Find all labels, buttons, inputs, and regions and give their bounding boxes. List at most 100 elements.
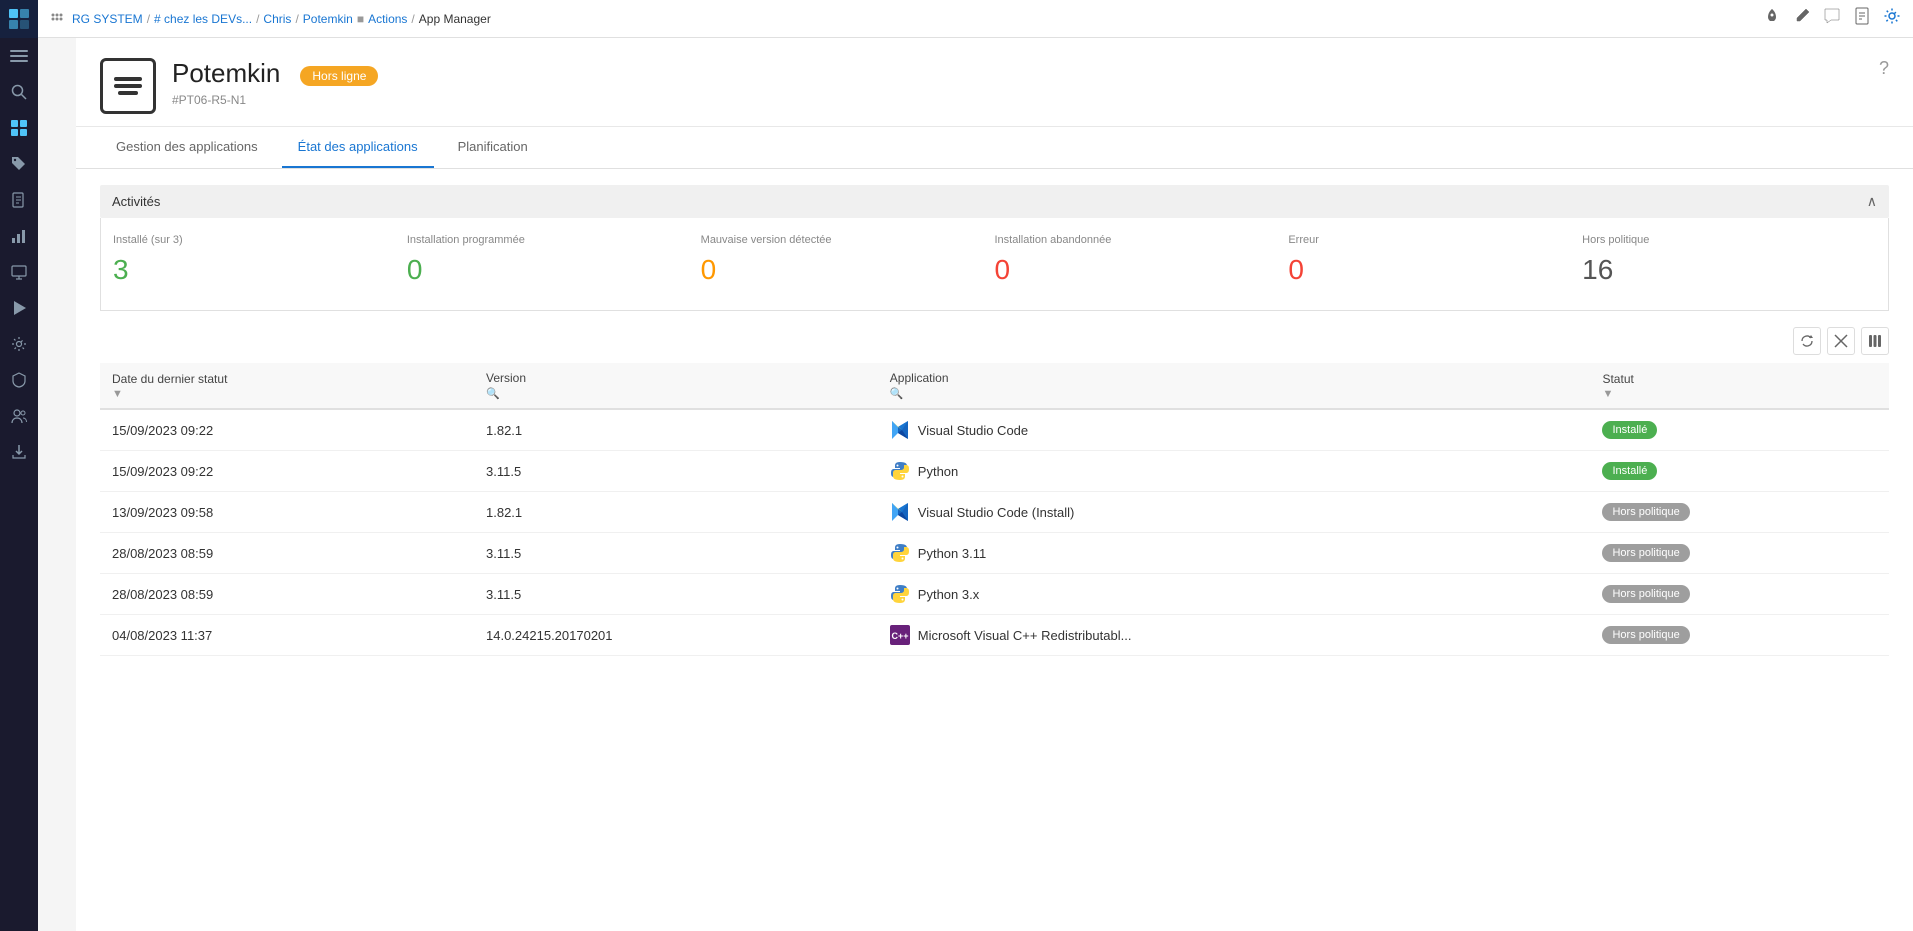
table-row[interactable]: 13/09/2023 09:58 1.82.1 Visual Studio Co… — [100, 492, 1889, 533]
breadcrumb-actions[interactable]: Actions — [368, 12, 407, 26]
main-area: Potemkin Hors ligne #PT06-R5-N1 ? Gestio… — [76, 38, 1913, 931]
activity-policy-label: Hors politique — [1582, 234, 1876, 246]
tab-etat[interactable]: État des applications — [282, 127, 434, 168]
cell-version: 3.11.5 — [474, 451, 878, 492]
sidebar-item-play[interactable] — [0, 290, 38, 326]
sidebar-item-users[interactable] — [0, 398, 38, 434]
settings-icon[interactable] — [1883, 7, 1901, 30]
sidebar-item-charts[interactable] — [0, 218, 38, 254]
cell-version: 3.11.5 — [474, 533, 878, 574]
app-icon-vscode — [890, 420, 910, 440]
cell-status: Installé — [1590, 409, 1889, 451]
cell-date: 13/09/2023 09:58 — [100, 492, 474, 533]
table-row[interactable]: 15/09/2023 09:22 1.82.1 Visual Studio Co… — [100, 409, 1889, 451]
status-filter-icon[interactable]: ▼ — [1602, 388, 1877, 400]
app-search-icon[interactable]: 🔍 — [890, 387, 1579, 400]
breadcrumb-potemkin[interactable]: Potemkin — [303, 12, 353, 26]
cell-status: Hors politique — [1590, 574, 1889, 615]
sidebar-logo — [0, 0, 38, 38]
activity-scheduled-label: Installation programmée — [407, 234, 701, 246]
breadcrumb-app-manager: App Manager — [419, 12, 491, 26]
cell-app: Python 3.x — [878, 574, 1591, 615]
activity-installed: Installé (sur 3) 3 — [113, 234, 407, 286]
cell-version: 14.0.24215.20170201 — [474, 615, 878, 656]
breadcrumb-sep-2: / — [256, 12, 259, 26]
refresh-button[interactable] — [1793, 327, 1821, 355]
breadcrumb-devs[interactable]: # chez les DEVs... — [154, 12, 252, 26]
activity-installed-label: Installé (sur 3) — [113, 234, 407, 246]
table-row[interactable]: 04/08/2023 11:37 14.0.24215.20170201 C++… — [100, 615, 1889, 656]
activity-error-value: 0 — [1288, 254, 1582, 286]
cell-app: Visual Studio Code (Install) — [878, 492, 1591, 533]
activity-scheduled-value: 0 — [407, 254, 701, 286]
activity-error: Erreur 0 — [1288, 234, 1582, 286]
activity-abandoned-label: Installation abandonnée — [995, 234, 1289, 246]
breadcrumb-sep-5: / — [411, 12, 414, 26]
svg-text:C++: C++ — [891, 631, 908, 641]
version-search-icon[interactable]: 🔍 — [486, 387, 866, 400]
device-line-2 — [114, 84, 142, 88]
chat-icon[interactable] — [1823, 7, 1841, 30]
activity-abandoned-value: 0 — [995, 254, 1289, 286]
activity-bad-version-value: 0 — [701, 254, 995, 286]
breadcrumb-rg-system[interactable]: RG SYSTEM — [72, 12, 143, 26]
device-line-3 — [118, 91, 138, 95]
breadcrumb: RG SYSTEM / # chez les DEVs... / Chris /… — [50, 12, 1763, 26]
columns-button[interactable] — [1861, 327, 1889, 355]
app-icon-python — [890, 584, 910, 604]
table-toolbar — [100, 327, 1889, 355]
cell-status: Hors politique — [1590, 615, 1889, 656]
activity-bad-version-label: Mauvaise version détectée — [701, 234, 995, 246]
breadcrumb-chris[interactable]: Chris — [263, 12, 291, 26]
tab-gestion[interactable]: Gestion des applications — [100, 127, 274, 168]
cell-app: Python 3.11 — [878, 533, 1591, 574]
sidebar-item-monitor[interactable] — [0, 254, 38, 290]
activity-policy-value: 16 — [1582, 254, 1876, 286]
status-badge-row: Installé — [1602, 462, 1657, 480]
topbar-icons — [1763, 7, 1901, 30]
activity-error-label: Erreur — [1288, 234, 1582, 246]
cell-version: 1.82.1 — [474, 409, 878, 451]
help-icon[interactable]: ? — [1879, 58, 1889, 79]
sidebar-item-search[interactable] — [0, 74, 38, 110]
rocket-icon[interactable] — [1763, 7, 1781, 30]
activities-toggle-icon: ∧ — [1867, 193, 1877, 210]
sidebar-item-tags[interactable] — [0, 146, 38, 182]
breadcrumb-sep-3: / — [295, 12, 298, 26]
app-name: Python — [918, 464, 958, 479]
page-header: Potemkin Hors ligne #PT06-R5-N1 ? — [76, 38, 1913, 127]
activity-bad-version: Mauvaise version détectée 0 — [701, 234, 995, 286]
sidebar-item-grid[interactable] — [0, 110, 38, 146]
sidebar-item-download[interactable] — [0, 434, 38, 470]
app-icon-msvc: C++ — [890, 625, 910, 645]
app-name: Python 3.x — [918, 587, 979, 602]
clear-filter-button[interactable] — [1827, 327, 1855, 355]
tab-planification[interactable]: Planification — [442, 127, 544, 168]
device-line-1 — [114, 77, 142, 81]
cell-app: Python — [878, 451, 1591, 492]
cell-version: 3.11.5 — [474, 574, 878, 615]
tabs: Gestion des applications État des applic… — [76, 127, 1913, 169]
table-row[interactable]: 28/08/2023 08:59 3.11.5 Python 3.x Hors … — [100, 574, 1889, 615]
sidebar-item-shield[interactable] — [0, 362, 38, 398]
app-name: Python 3.11 — [918, 546, 986, 561]
app-icon-python — [890, 461, 910, 481]
cell-date: 28/08/2023 08:59 — [100, 533, 474, 574]
sidebar-item-menu[interactable] — [0, 38, 38, 74]
date-filter-icon[interactable]: ▼ — [112, 388, 462, 400]
document-icon[interactable] — [1853, 7, 1871, 30]
activity-scheduled: Installation programmée 0 — [407, 234, 701, 286]
app-icon-vscode — [890, 502, 910, 522]
status-badge-row: Hors politique — [1602, 626, 1689, 644]
table-row[interactable]: 15/09/2023 09:22 3.11.5 Python Installé — [100, 451, 1889, 492]
sidebar-item-settings[interactable] — [0, 326, 38, 362]
applications-table: Date du dernier statut ▼ Version 🔍 Appli… — [100, 363, 1889, 656]
device-id: #PT06-R5-N1 — [172, 93, 378, 107]
cell-date: 04/08/2023 11:37 — [100, 615, 474, 656]
activities-section-header[interactable]: Activités ∧ — [100, 185, 1889, 218]
col-application: Application 🔍 — [878, 363, 1591, 409]
table-row[interactable]: 28/08/2023 08:59 3.11.5 Python 3.11 Hors… — [100, 533, 1889, 574]
col-date: Date du dernier statut ▼ — [100, 363, 474, 409]
sidebar-item-documents[interactable] — [0, 182, 38, 218]
pen-icon[interactable] — [1793, 7, 1811, 30]
